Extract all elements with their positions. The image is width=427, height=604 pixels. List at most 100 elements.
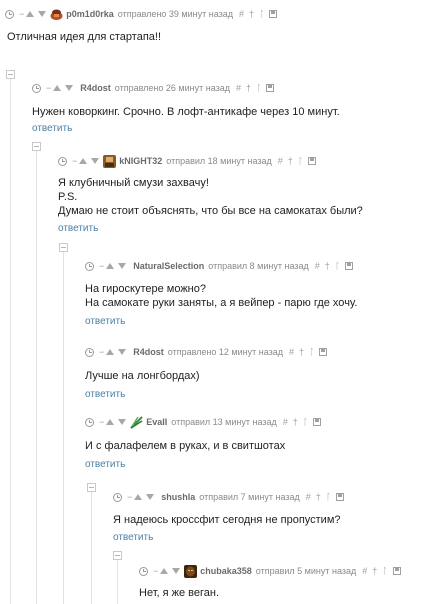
comment-timestamp[interactable]: отправлено 12 минут назад	[168, 347, 283, 357]
comment-line: P.S.	[58, 191, 78, 203]
author-name[interactable]: NaturalSelection	[133, 261, 204, 271]
minus-icon[interactable]: −	[99, 261, 104, 271]
minus-icon[interactable]: −	[72, 156, 77, 166]
comment-text: И с фалафелем в руках, и в свитшотах	[85, 439, 425, 453]
vote-down-icon[interactable]	[146, 494, 155, 500]
reply-arrow-icon[interactable]: ᛚ	[326, 492, 331, 502]
comment-timestamp[interactable]: отправил 8 минут назад	[208, 261, 308, 271]
minus-icon[interactable]: −	[19, 9, 24, 19]
author-name[interactable]: R4dost	[80, 83, 111, 93]
vote-down-icon[interactable]	[118, 419, 127, 425]
reply-arrow-icon[interactable]: ᛚ	[303, 417, 308, 427]
save-icon[interactable]	[319, 348, 328, 356]
comment-header: − chubaka358 отправил 5 минут назад # † …	[139, 563, 425, 579]
comment-timestamp[interactable]: отправил 13 минут назад	[171, 417, 276, 427]
reply-arrow-icon[interactable]: ᛚ	[259, 9, 264, 19]
vote-down-icon[interactable]	[38, 11, 47, 17]
plus-icon[interactable]: †	[325, 261, 330, 271]
reply-link[interactable]: ответить	[85, 316, 425, 327]
plus-icon[interactable]: †	[372, 566, 377, 576]
avatar[interactable]	[50, 8, 63, 21]
vote-down-icon[interactable]	[65, 85, 74, 91]
vote-up-icon[interactable]	[160, 568, 169, 574]
plus-icon[interactable]: †	[288, 156, 293, 166]
reply-link[interactable]: ответить	[32, 123, 422, 134]
comment-timestamp[interactable]: отправлено 26 минут назад	[115, 83, 230, 93]
vote-up-icon[interactable]	[134, 494, 143, 500]
thread-line-level-5	[117, 553, 118, 604]
save-icon[interactable]	[269, 10, 278, 18]
avatar[interactable]	[184, 564, 198, 578]
reply-link[interactable]: ответить	[113, 532, 425, 543]
permalink-icon[interactable]: #	[236, 83, 241, 93]
save-icon[interactable]	[345, 262, 354, 270]
reply-link[interactable]: ответить	[85, 389, 425, 400]
reply-arrow-icon[interactable]: ᛚ	[382, 566, 387, 576]
minus-icon[interactable]: −	[46, 83, 51, 93]
vote-up-icon[interactable]	[106, 263, 115, 269]
permalink-icon[interactable]: #	[362, 566, 367, 576]
comment-header: − R4dost отправлено 26 минут назад # † ᛚ	[32, 80, 422, 96]
collapse-toggle[interactable]	[59, 243, 68, 252]
clock-icon	[85, 417, 94, 427]
comment-header: − shushla отправил 7 минут назад # † ᛚ	[113, 489, 425, 505]
vote-up-icon[interactable]	[106, 349, 115, 355]
comment-timestamp[interactable]: отправлено 39 минут назад	[118, 9, 233, 19]
save-icon[interactable]	[336, 493, 345, 501]
author-name[interactable]: EvaII	[146, 417, 167, 427]
reply-link[interactable]: ответить	[85, 459, 425, 470]
minus-icon[interactable]: −	[99, 417, 104, 427]
vote-up-icon[interactable]	[26, 11, 35, 17]
collapse-toggle[interactable]	[113, 551, 122, 560]
author-name[interactable]: shushla	[161, 492, 195, 502]
plus-icon[interactable]: †	[293, 417, 298, 427]
author-name[interactable]: kNIGHT32	[119, 156, 162, 166]
vote-down-icon[interactable]	[172, 568, 181, 574]
clock-icon	[32, 83, 41, 93]
collapse-toggle[interactable]	[32, 142, 41, 151]
vote-up-icon[interactable]	[53, 85, 62, 91]
reply-arrow-icon[interactable]: ᛚ	[256, 83, 261, 93]
vote-up-icon[interactable]	[106, 419, 115, 425]
comment: − kNIGHT32 отправил 18 минут назад # † ᛚ…	[58, 153, 423, 234]
plus-icon[interactable]: †	[316, 492, 321, 502]
save-icon[interactable]	[308, 157, 317, 165]
vote-up-icon[interactable]	[79, 158, 88, 164]
save-icon[interactable]	[313, 418, 322, 426]
permalink-icon[interactable]: #	[306, 492, 311, 502]
comment-header: − R4dost отправлено 12 минут назад # † ᛚ	[85, 344, 425, 360]
permalink-icon[interactable]: #	[315, 261, 320, 271]
vote-down-icon[interactable]	[118, 263, 127, 269]
reply-link[interactable]: ответить	[58, 223, 423, 234]
avatar[interactable]	[103, 154, 117, 168]
permalink-icon[interactable]: #	[289, 347, 294, 357]
reply-arrow-icon[interactable]: ᛚ	[298, 156, 303, 166]
vote-down-icon[interactable]	[91, 158, 100, 164]
minus-icon[interactable]: −	[99, 347, 104, 357]
avatar[interactable]	[130, 415, 143, 429]
minus-icon[interactable]: −	[127, 492, 132, 502]
comment-text: Нет, я же веган.	[139, 586, 425, 600]
save-icon[interactable]	[266, 84, 275, 92]
comment-timestamp[interactable]: отправил 18 минут назад	[166, 156, 271, 166]
vote-down-icon[interactable]	[118, 349, 127, 355]
reply-arrow-icon[interactable]: ᛚ	[335, 261, 340, 271]
comment-line: Лучше на лонгбордах)	[85, 370, 200, 382]
author-name[interactable]: R4dost	[133, 347, 164, 357]
permalink-icon[interactable]: #	[283, 417, 288, 427]
comment-header: − NaturalSelection отправил 8 минут наза…	[85, 258, 425, 274]
comment-timestamp[interactable]: отправил 7 минут назад	[199, 492, 299, 502]
collapse-toggle[interactable]	[6, 70, 15, 79]
author-name[interactable]: chubaka358	[200, 566, 252, 576]
permalink-icon[interactable]: #	[239, 9, 244, 19]
save-icon[interactable]	[392, 567, 401, 575]
comment-timestamp[interactable]: отправил 5 минут назад	[256, 566, 356, 576]
plus-icon[interactable]: †	[246, 83, 251, 93]
plus-icon[interactable]: †	[249, 9, 254, 19]
collapse-toggle[interactable]	[87, 483, 96, 492]
permalink-icon[interactable]: #	[278, 156, 283, 166]
author-name[interactable]: p0m1d0rka	[66, 9, 114, 19]
minus-icon[interactable]: −	[153, 566, 158, 576]
reply-arrow-icon[interactable]: ᛚ	[309, 347, 314, 357]
plus-icon[interactable]: †	[299, 347, 304, 357]
